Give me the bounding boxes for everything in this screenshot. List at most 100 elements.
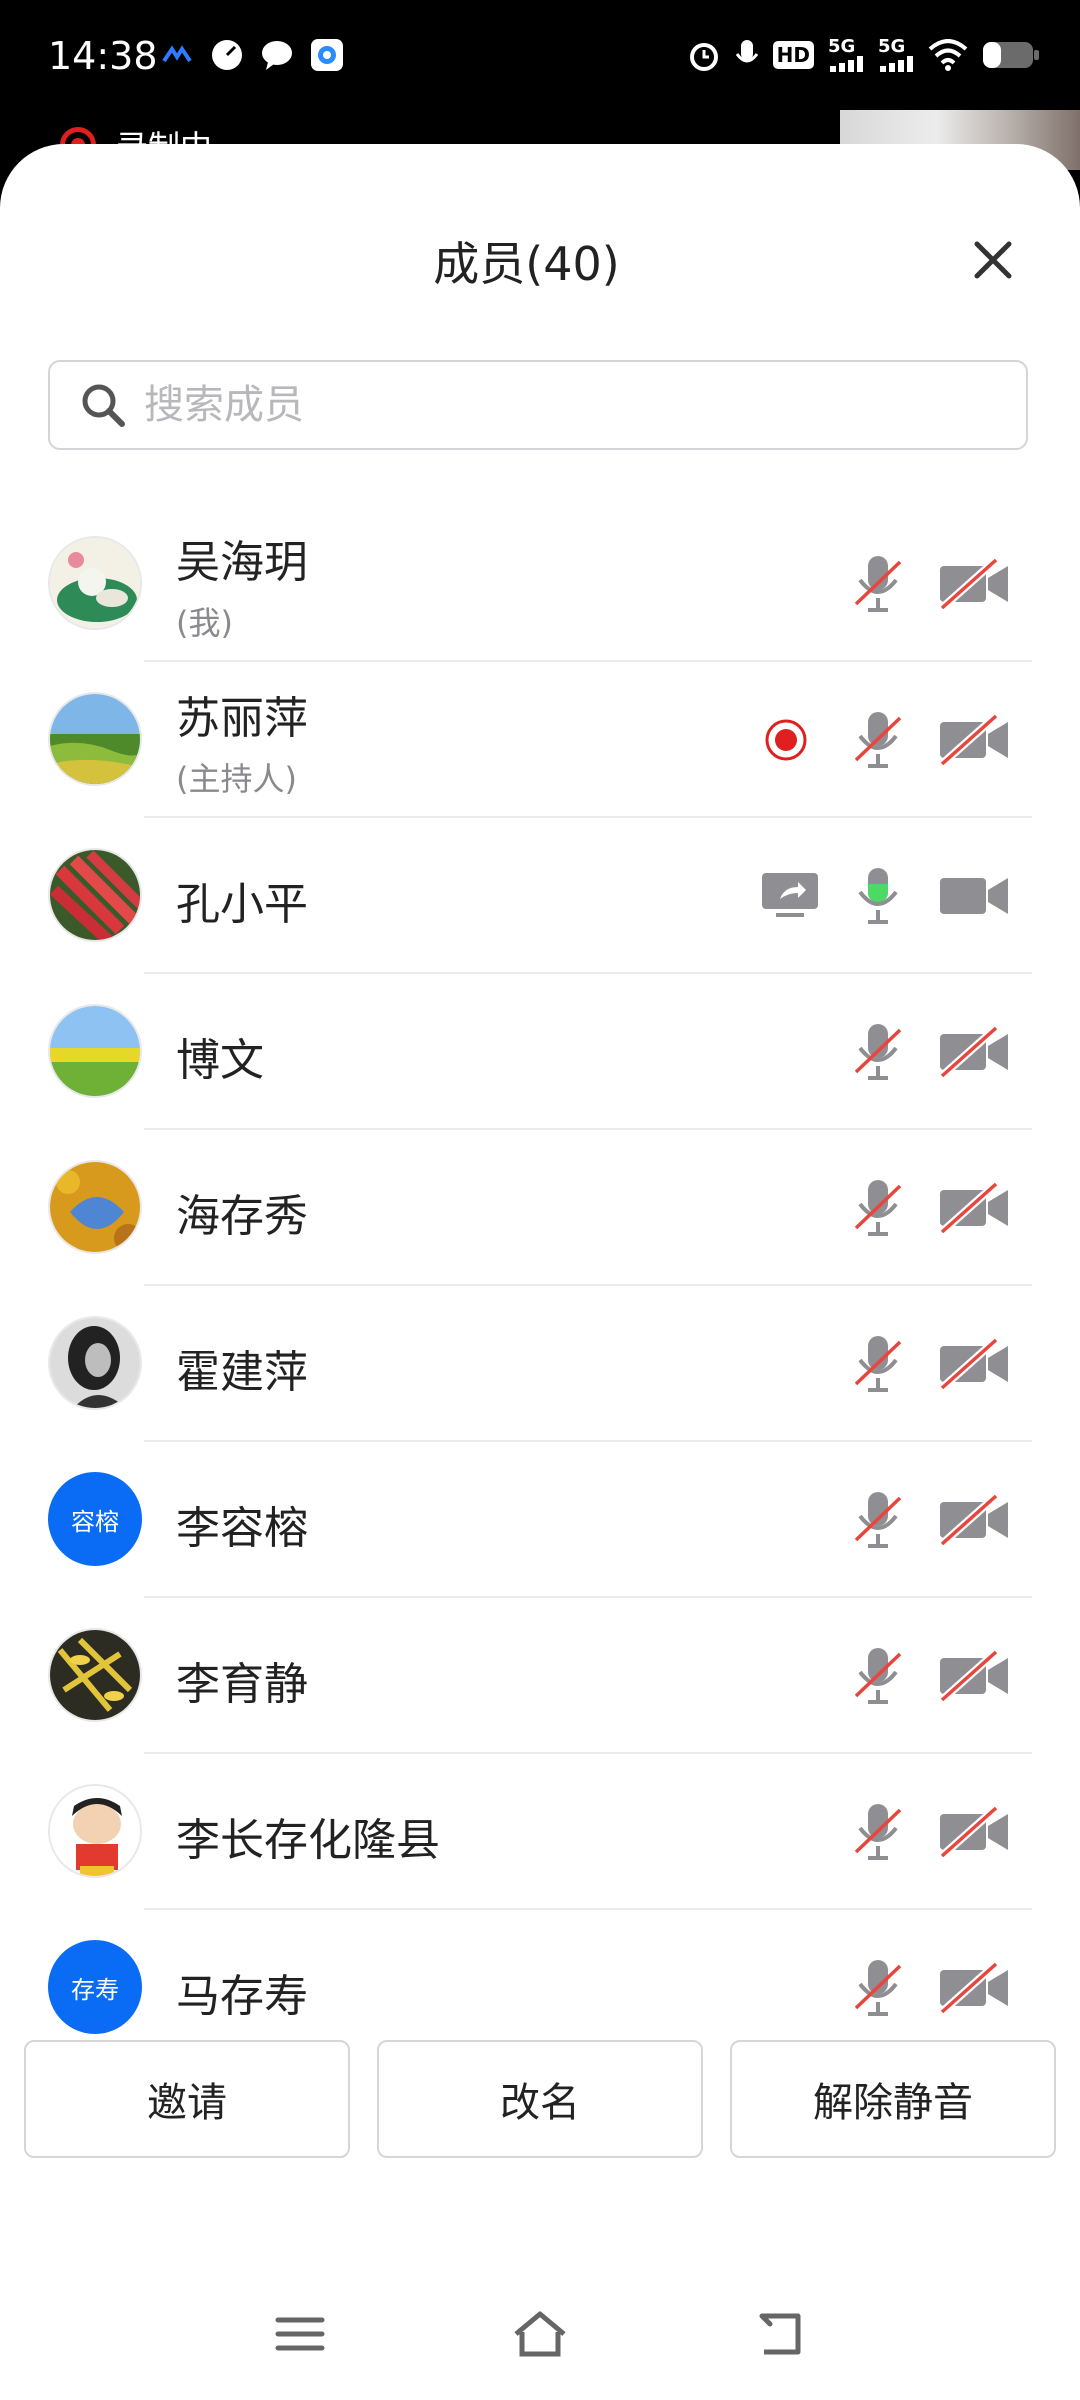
signal-icon-1: 5G (828, 36, 864, 74)
avatar (48, 1628, 142, 1722)
avatar (48, 692, 142, 786)
member-role: (我) (176, 604, 233, 642)
hd-voice-icon: HD (772, 36, 814, 74)
mic-muted-button[interactable] (838, 1480, 918, 1560)
member-row[interactable]: 李育静 (0, 1598, 1080, 1754)
battery-icon (982, 36, 1040, 74)
meeting-app-icon (310, 38, 344, 72)
search-icon (82, 384, 125, 427)
member-row[interactable]: 容榕 李容榕 (0, 1442, 1080, 1598)
avatar (48, 848, 142, 942)
camera-off-icon (939, 1182, 1008, 1234)
camera-off-icon (939, 714, 1008, 766)
camera-on-button[interactable] (934, 856, 1014, 936)
camera-off-icon (939, 1806, 1008, 1858)
search-box[interactable] (48, 360, 1028, 450)
camera-off-button[interactable] (934, 1324, 1014, 1404)
mic-muted-button[interactable] (838, 1168, 918, 1248)
mic-muted-button[interactable] (838, 1792, 918, 1872)
mic-speaking-icon (858, 868, 898, 924)
avatar: 容榕 (48, 1472, 142, 1566)
mic-muted-icon (854, 1492, 902, 1548)
member-row[interactable]: 博文 (0, 974, 1080, 1130)
member-row[interactable]: 海存秀 (0, 1130, 1080, 1286)
camera-off-button[interactable] (934, 1480, 1014, 1560)
member-name: 苏丽萍 (176, 693, 308, 744)
camera-off-button[interactable] (934, 544, 1014, 624)
member-role: (主持人) (176, 760, 297, 798)
bottom-actions: 邀请 改名 解除静音 (0, 2040, 1080, 2160)
screen-share-icon (762, 873, 818, 917)
sheet-title: 成员(40) (433, 237, 620, 291)
recording-icon (765, 719, 807, 761)
system-status-icons: HD 5G 5G (687, 36, 1040, 74)
member-row[interactable]: 霍建萍 (0, 1286, 1080, 1442)
unmute-button[interactable]: 解除静音 (730, 2040, 1056, 2158)
camera-off-icon (939, 1338, 1008, 1390)
invite-button[interactable]: 邀请 (24, 2040, 350, 2158)
camera-off-icon (939, 1494, 1008, 1546)
mic-muted-button[interactable] (838, 1012, 918, 1092)
mic-muted-icon (854, 1180, 902, 1236)
mic-muted-icon (854, 556, 902, 612)
avatar (48, 536, 142, 630)
member-name: 霍建萍 (176, 1347, 308, 1398)
home-nav-button[interactable] (510, 2304, 570, 2364)
avatar (48, 1316, 142, 1410)
member-row[interactable]: 吴海玥 (我) (0, 506, 1080, 662)
member-name: 吴海玥 (176, 537, 308, 588)
member-name: 孔小平 (176, 879, 308, 930)
avatar (48, 1004, 142, 1098)
avatar: 存寿 (48, 1940, 142, 2034)
mic-muted-icon (854, 1336, 902, 1392)
camera-off-icon (939, 1650, 1008, 1702)
member-name: 李容榕 (176, 1503, 308, 1554)
member-row[interactable]: 李长存化隆县 (0, 1754, 1080, 1910)
rename-button[interactable]: 改名 (377, 2040, 703, 2158)
camera-off-icon (939, 1962, 1008, 2014)
mic-muted-icon (854, 1960, 902, 2016)
mic-muted-icon (854, 1024, 902, 1080)
mic-muted-icon (854, 1648, 902, 1704)
member-row[interactable]: 苏丽萍 (主持人) (0, 662, 1080, 818)
camera-off-button[interactable] (934, 1948, 1014, 2028)
mic-active-button[interactable] (838, 856, 918, 936)
camera-off-button[interactable] (934, 1792, 1014, 1872)
camera-off-icon (939, 558, 1008, 610)
home-icon (514, 2311, 566, 2357)
mic-muted-icon (854, 1804, 902, 1860)
menu-nav-button[interactable] (270, 2304, 330, 2364)
avatar (48, 1784, 142, 1878)
message-icon (260, 38, 294, 72)
member-name: 博文 (176, 1035, 264, 1086)
member-row[interactable]: 孔小平 (0, 818, 1080, 974)
mic-muted-button[interactable] (838, 544, 918, 624)
member-name: 李长存化隆县 (176, 1815, 440, 1866)
member-list[interactable]: 吴海玥 (我) 苏丽萍 (主持人) 孔小平 博文 海存秀 霍建萍 容榕 李容榕 … (0, 506, 1080, 2136)
app-notification-icon (160, 38, 194, 72)
camera-off-icon (939, 1026, 1008, 1078)
back-nav-button[interactable] (750, 2304, 810, 2364)
screen-share-status (750, 856, 830, 936)
camera-off-button[interactable] (934, 700, 1014, 780)
signal-icon-2: 5G (878, 36, 914, 74)
mic-muted-button[interactable] (838, 1324, 918, 1404)
speedometer-icon (210, 38, 244, 72)
camera-off-button[interactable] (934, 1636, 1014, 1716)
mic-muted-button[interactable] (838, 1948, 918, 2028)
close-button[interactable] (963, 230, 1023, 290)
status-bar: 14:38 HD 5G 5G (0, 0, 1080, 115)
member-name: 海存秀 (176, 1191, 308, 1242)
member-name: 马存寿 (176, 1971, 308, 2022)
camera-icon (940, 878, 1008, 914)
camera-off-button[interactable] (934, 1012, 1014, 1092)
search-input[interactable] (142, 381, 966, 429)
status-time: 14:38 (48, 34, 158, 78)
camera-off-button[interactable] (934, 1168, 1014, 1248)
microphone-status-icon (735, 36, 759, 74)
mic-muted-button[interactable] (838, 700, 918, 780)
recording-status (746, 700, 826, 780)
system-nav-bar (0, 2290, 1080, 2380)
menu-icon (275, 2317, 325, 2351)
mic-muted-button[interactable] (838, 1636, 918, 1716)
